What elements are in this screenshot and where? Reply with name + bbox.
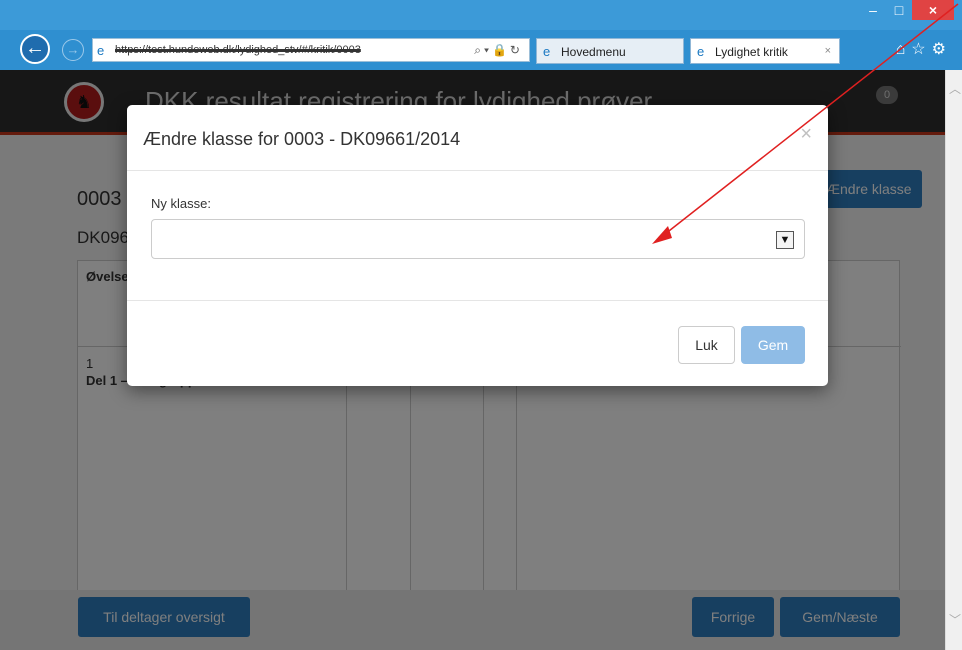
ie-icon: e — [97, 43, 105, 58]
scrollbar[interactable]: ︿ ﹀ — [945, 70, 962, 650]
page-viewport: ♞ DKK resultat registrering for lydighed… — [0, 70, 962, 650]
window-titlebar: – □ × — [0, 0, 962, 30]
tab-label: Hovedmenu — [561, 45, 626, 59]
close-window-button[interactable]: × — [912, 0, 954, 20]
tab-hovedmenu[interactable]: e Hovedmenu — [536, 38, 684, 64]
dialog-footer: Luk Gem — [127, 300, 828, 386]
chevron-down-icon[interactable]: ﹀ — [949, 611, 961, 628]
address-text: https://test.hundeweb.dk/lydighed_stv/#/… — [115, 44, 361, 56]
maximize-button[interactable]: □ — [886, 0, 912, 20]
close-button[interactable]: Luk — [678, 326, 735, 364]
save-button[interactable]: Gem — [741, 326, 805, 364]
close-icon[interactable]: × — [800, 123, 812, 146]
address-bar-icons[interactable]: ⌕▾🔒↻ — [474, 43, 523, 58]
browser-navbar: ← → e https://test.hundeweb.dk/lydighed_… — [0, 30, 962, 70]
ie-icon: e — [543, 44, 551, 59]
tab-lydighet-kritik[interactable]: e Lydighet kritik × — [690, 38, 840, 64]
change-class-dialog: Ændre klasse for 0003 - DK09661/2014 × N… — [127, 105, 828, 386]
chevron-down-icon[interactable]: ▼ — [776, 231, 794, 249]
chevron-up-icon[interactable]: ︿ — [949, 80, 961, 97]
tab-label: Lydighet kritik — [715, 45, 788, 59]
minimize-button[interactable]: – — [860, 0, 886, 20]
address-bar[interactable]: e https://test.hundeweb.dk/lydighed_stv/… — [92, 38, 530, 62]
dialog-header: Ændre klasse for 0003 - DK09661/2014 × — [127, 105, 828, 171]
window-controls: – □ × — [860, 0, 954, 20]
dialog-title: Ændre klasse for 0003 - DK09661/2014 — [143, 129, 461, 149]
ie-icon: e — [697, 44, 705, 59]
browser-toolbar-icons[interactable]: ⌂☆⚙ — [896, 39, 952, 59]
new-class-label: Ny klasse: — [151, 196, 211, 211]
tab-close-icon[interactable]: × — [825, 45, 831, 57]
forward-arrow-icon[interactable]: → — [62, 39, 84, 61]
new-class-select[interactable]: ▼ — [151, 219, 805, 259]
back-arrow-icon[interactable]: ← — [20, 34, 50, 64]
